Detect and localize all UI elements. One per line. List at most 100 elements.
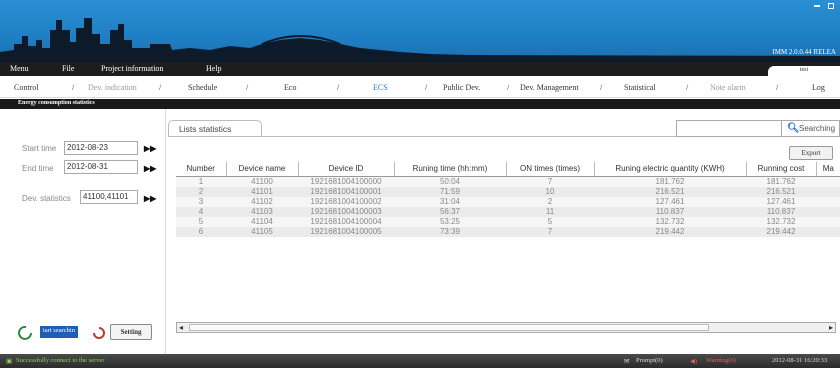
nav-ecs[interactable]: ECS <box>373 83 388 92</box>
table-row[interactable]: 5 41104 1921681004100004 53:25 5 132.732 132.7… <box>176 216 840 227</box>
scrollbar-thumb[interactable] <box>189 324 709 331</box>
table-cell: 6 <box>176 226 226 237</box>
table-cell: 1921681004100004 <box>298 216 394 227</box>
col-device-id[interactable]: Device ID <box>297 162 394 177</box>
col-electric-quantity[interactable]: Runing electric quantity (KWH) <box>593 162 746 177</box>
warning-icon: ◀) <box>690 358 698 365</box>
col-ma[interactable]: Ma <box>815 162 840 177</box>
table-row[interactable]: 1 41100 1921681004100000 50:04 7 181.762 181.7… <box>176 176 840 187</box>
nav-separator: / <box>72 83 75 92</box>
tab-lists-statistics[interactable]: Lists statistics <box>168 120 262 136</box>
table-cell: 127.461 <box>746 196 816 207</box>
menu-item-help[interactable]: Help <box>206 64 222 73</box>
menu-bar: Menu File Project information Help <box>0 62 840 76</box>
table-cell <box>816 186 840 197</box>
table-cell: 219.442 <box>746 226 816 237</box>
nav-dev-indication[interactable]: Dev. indication <box>88 83 137 92</box>
nav-separator: / <box>425 83 428 92</box>
maximize-icon[interactable] <box>828 3 834 9</box>
section-title: Energy consumption statistics <box>0 99 840 109</box>
horizontal-scrollbar[interactable]: ◂ ▸ <box>176 322 836 333</box>
menu-item-menu[interactable]: Menu <box>10 64 29 73</box>
table-cell: 127.461 <box>594 196 746 207</box>
version-label: IMM 2.0.0.44 RELEA <box>772 48 836 56</box>
table-cell: 1921681004100002 <box>298 196 394 207</box>
nav-schedule[interactable]: Schedule <box>188 83 217 92</box>
scroll-left-icon[interactable]: ◂ <box>179 323 183 332</box>
table-cell: 56:37 <box>394 206 506 217</box>
dev-statistics-input[interactable]: 41100,41101 <box>80 190 138 204</box>
table-cell: 1921681004100003 <box>298 206 394 217</box>
table-row[interactable]: 3 41102 1921681004100002 31:04 2 127.461 127.4… <box>176 196 840 207</box>
table-row[interactable]: 4 41103 1921681004100003 56:37 11 110.837 110.… <box>176 206 840 217</box>
col-running-time[interactable]: Runing time (hh:mm) <box>393 162 506 177</box>
start-searching-button[interactable]: tart searchin <box>40 326 78 338</box>
dev-picker-icon[interactable]: ▶▶ <box>144 194 156 203</box>
refresh-icon[interactable] <box>18 326 34 340</box>
start-time-label: Start time <box>22 144 57 153</box>
table-row[interactable]: 2 41101 1921681004100001 71:59 10 216.521 216.… <box>176 186 840 197</box>
table-cell: 53:25 <box>394 216 506 227</box>
table-cell: 73:39 <box>394 226 506 237</box>
table-cell: 4 <box>176 206 226 217</box>
nav-control[interactable]: Control <box>14 83 38 92</box>
menu-item-project-information[interactable]: Project information <box>101 64 163 73</box>
user-label: test <box>768 66 840 78</box>
table-cell: 2 <box>176 186 226 197</box>
table-cell: 7 <box>506 226 594 237</box>
nav-eco[interactable]: Eco <box>284 83 296 92</box>
nav-note-alarm[interactable]: Note alarm <box>710 83 746 92</box>
prompt-icon: ✉ <box>624 358 630 365</box>
scroll-right-icon[interactable]: ▸ <box>829 323 833 332</box>
table-cell: 110.837 <box>594 206 746 217</box>
search-label[interactable]: Searching <box>799 124 835 133</box>
col-device-name[interactable]: Device name <box>225 162 298 177</box>
start-time-input[interactable]: 2012-08-23 <box>64 141 138 155</box>
nav-statistical[interactable]: Statistical <box>624 83 656 92</box>
col-running-cost[interactable]: Running cost <box>745 162 816 177</box>
col-number[interactable]: Number <box>176 162 226 177</box>
table-cell: 71:59 <box>394 186 506 197</box>
reset-icon[interactable] <box>92 326 106 340</box>
table-row[interactable]: 6 41105 1921681004100005 73:39 7 219.442 219.4… <box>176 226 840 237</box>
table-cell: 10 <box>506 186 594 197</box>
col-on-times[interactable]: ON times (times) <box>505 162 594 177</box>
nav-public-dev[interactable]: Public Dev. <box>443 83 480 92</box>
table-cell: 1921681004100001 <box>298 186 394 197</box>
nav-separator: / <box>776 83 779 92</box>
export-button[interactable]: Export <box>789 146 833 160</box>
datetime-label: 2012-08-31 16:20:33 <box>772 357 828 364</box>
table-cell: 31:04 <box>394 196 506 207</box>
table-cell: 5 <box>506 216 594 227</box>
table-cell: 41101 <box>226 186 298 197</box>
setting-button[interactable]: Setting <box>110 324 152 340</box>
warning-count[interactable]: Warning(6) <box>706 357 736 364</box>
search-icon[interactable]: 🔍︎ <box>787 123 800 134</box>
table-cell <box>816 216 840 227</box>
table-cell <box>816 176 840 187</box>
nav-separator: / <box>686 83 689 92</box>
dev-statistics-label: Dev. statistics <box>22 194 71 203</box>
header-banner: IMM 2.0.0.44 RELEA <box>0 0 840 62</box>
search-input[interactable]: 🔍︎ Searching <box>676 120 840 137</box>
table-cell: 41102 <box>226 196 298 207</box>
table-cell: 5 <box>176 216 226 227</box>
nav-log[interactable]: Log <box>812 83 825 92</box>
menu-item-file[interactable]: File <box>62 64 74 73</box>
end-time-input[interactable]: 2012-08-31 <box>64 160 138 174</box>
nav-separator: / <box>246 83 249 92</box>
skyline-graphic <box>0 18 840 62</box>
table-cell: 41100 <box>226 176 298 187</box>
minimize-icon[interactable] <box>814 5 820 7</box>
table-cell: 7 <box>506 176 594 187</box>
end-time-picker-icon[interactable]: ▶▶ <box>144 164 156 173</box>
table-cell: 1921681004100005 <box>298 226 394 237</box>
table-cell: 11 <box>506 206 594 217</box>
start-time-picker-icon[interactable]: ▶▶ <box>144 144 156 153</box>
nav-separator: / <box>507 83 510 92</box>
prompt-count[interactable]: Prompt(0) <box>636 357 663 364</box>
table-cell: 3 <box>176 196 226 207</box>
nav-dev-management[interactable]: Dev. Management <box>520 83 579 92</box>
table-cell: 1 <box>176 176 226 187</box>
table-cell: 2 <box>506 196 594 207</box>
